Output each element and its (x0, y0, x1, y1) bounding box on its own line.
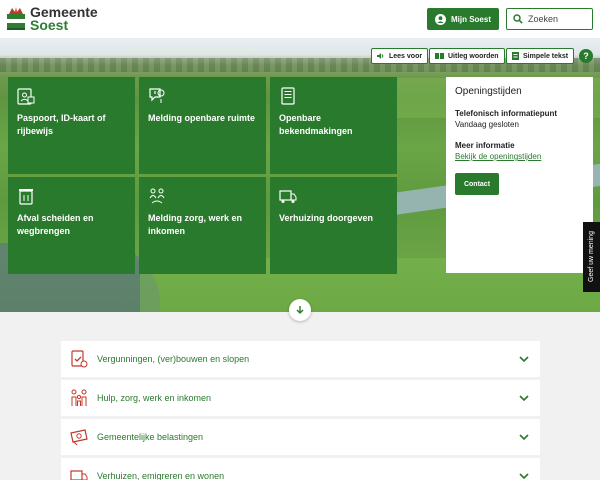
permit-document-icon (71, 350, 88, 368)
tile-paspoort[interactable]: Paspoort, ID-kaart of rijbewijs (8, 77, 135, 174)
chevron-down-icon (519, 395, 529, 402)
opening-hours-title: Openingstijden (455, 86, 522, 97)
help-label: ? (583, 51, 589, 61)
tile-openbare-bekendmakingen[interactable]: Openbare bekendmakingen (270, 77, 397, 174)
accordion-label: Hulp, zorg, werk en inkomen (97, 393, 212, 403)
search-icon (513, 14, 523, 24)
mijn-soest-label: Mijn Soest (450, 14, 491, 24)
municipality-logo[interactable]: Gemeente Soest (7, 5, 98, 33)
people-care-icon (149, 188, 165, 204)
accordion-item-belastingen[interactable]: Gemeentelijke belastingen (61, 419, 540, 455)
feedback-tab[interactable]: Geef uw mening (583, 222, 600, 292)
logo-line2: Soest (30, 17, 69, 33)
read-aloud-button[interactable]: Lees voor (371, 48, 429, 64)
site-header: Gemeente Soest Mijn Soest Zoeken (0, 0, 600, 38)
tax-money-icon (70, 429, 88, 446)
contact-label: Contact (463, 180, 491, 188)
feedback-label: Geef uw mening (588, 231, 595, 283)
tile-label: Verhuizing doorgeven (279, 213, 374, 223)
accordion-label: Verhuizen, emigreren en wonen (97, 471, 225, 480)
phone-status: Vandaag gesloten (455, 120, 519, 129)
opening-hours-link[interactable]: Bekijk de openingstijden (455, 152, 584, 161)
opening-hours-panel: Openingstijden Telefonisch informatiepun… (446, 77, 593, 273)
logo-text: Gemeente Soest (30, 5, 98, 33)
search-input[interactable]: Zoeken (506, 8, 593, 30)
tile-melding-openbare-ruimte[interactable]: Melding openbare ruimte (139, 77, 266, 174)
moving-truck-icon (279, 190, 297, 203)
speaker-icon (377, 53, 384, 59)
explain-words-button[interactable]: Uitleg woorden (429, 48, 505, 64)
scroll-down-button[interactable] (289, 299, 311, 321)
tile-label: Paspoort, ID-kaart of rijbewijs (17, 113, 106, 136)
search-placeholder: Zoeken (528, 14, 559, 24)
book-icon (435, 53, 444, 59)
announcement-document-icon (281, 87, 295, 105)
coat-of-arms-icon (7, 7, 25, 30)
contact-button[interactable]: Contact (455, 173, 499, 195)
accordion-label: Gemeentelijke belastingen (97, 432, 204, 442)
simple-text-button[interactable]: Simpele tekst (506, 48, 575, 64)
tile-label: Melding zorg, werk en inkomen (148, 213, 243, 236)
tile-label: Melding openbare ruimte (148, 113, 256, 123)
moving-truck-icon (70, 470, 88, 480)
mijn-soest-button[interactable]: Mijn Soest (427, 8, 499, 30)
accordion-item-hulp-zorg[interactable]: Hulp, zorg, werk en inkomen (61, 380, 540, 416)
waste-bin-icon (19, 189, 33, 205)
tile-afval[interactable]: Afval scheiden en wegbrengen (8, 177, 135, 274)
chevron-down-icon (519, 434, 529, 441)
accordion-item-verhuizen[interactable]: Verhuizen, emigreren en wonen (61, 458, 540, 480)
tile-label: Afval scheiden en wegbrengen (17, 213, 94, 236)
tile-verhuizing[interactable]: Verhuizing doorgeven (270, 177, 397, 274)
report-location-icon (149, 88, 165, 103)
read-aloud-label: Lees voor (389, 52, 423, 60)
id-card-icon (17, 88, 35, 105)
tile-label: Openbare bekendmakingen (279, 113, 353, 136)
chevron-down-icon (519, 356, 529, 363)
phone-heading: Telefonisch informatiepunt (455, 109, 558, 118)
family-icon (71, 389, 87, 406)
tile-melding-zorg[interactable]: Melding zorg, werk en inkomen (139, 177, 266, 274)
accordion-item-vergunningen[interactable]: Vergunningen, (ver)bouwen en slopen (61, 341, 540, 377)
explain-words-label: Uitleg woorden (448, 52, 499, 60)
help-button[interactable]: ? (579, 49, 593, 63)
accordion-label: Vergunningen, (ver)bouwen en slopen (97, 354, 250, 364)
arrow-down-icon (296, 306, 304, 314)
document-icon (512, 52, 519, 60)
chevron-down-icon (519, 473, 529, 480)
user-icon (434, 13, 446, 25)
more-info-heading: Meer informatie (455, 141, 515, 150)
simple-text-label: Simpele tekst (523, 52, 569, 60)
